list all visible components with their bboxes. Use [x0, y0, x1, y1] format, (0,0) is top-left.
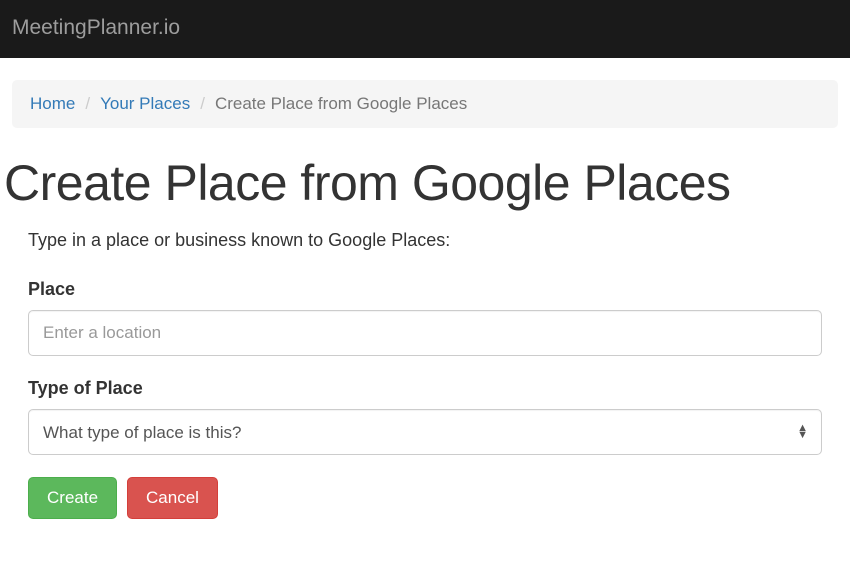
breadcrumb-separator: /: [85, 94, 90, 114]
form-group-type: Type of Place What type of place is this…: [28, 378, 822, 455]
type-label: Type of Place: [28, 378, 822, 399]
place-label: Place: [28, 279, 822, 300]
breadcrumb-link-home[interactable]: Home: [30, 94, 75, 113]
form-area: Type in a place or business known to Goo…: [0, 230, 850, 519]
create-button[interactable]: Create: [28, 477, 117, 519]
breadcrumb-item-home: Home: [30, 94, 75, 114]
cancel-button[interactable]: Cancel: [127, 477, 218, 519]
main-container: Home / Your Places / Create Place from G…: [0, 80, 850, 539]
breadcrumb-link-your-places[interactable]: Your Places: [100, 94, 190, 113]
type-select[interactable]: What type of place is this?: [28, 409, 822, 455]
page-title: Create Place from Google Places: [4, 154, 850, 212]
brand[interactable]: MeetingPlanner.io: [12, 16, 180, 40]
intro-text: Type in a place or business known to Goo…: [28, 230, 822, 251]
place-input[interactable]: [28, 310, 822, 356]
type-select-wrap: What type of place is this? ▲▼: [28, 409, 822, 455]
breadcrumb-item-your-places: Your Places: [100, 94, 190, 114]
navbar: MeetingPlanner.io: [0, 0, 850, 58]
button-row: Create Cancel: [28, 477, 822, 519]
breadcrumb-item-current: Create Place from Google Places: [215, 94, 467, 114]
breadcrumb: Home / Your Places / Create Place from G…: [12, 80, 838, 128]
form-group-place: Place: [28, 279, 822, 356]
breadcrumb-separator: /: [200, 94, 205, 114]
